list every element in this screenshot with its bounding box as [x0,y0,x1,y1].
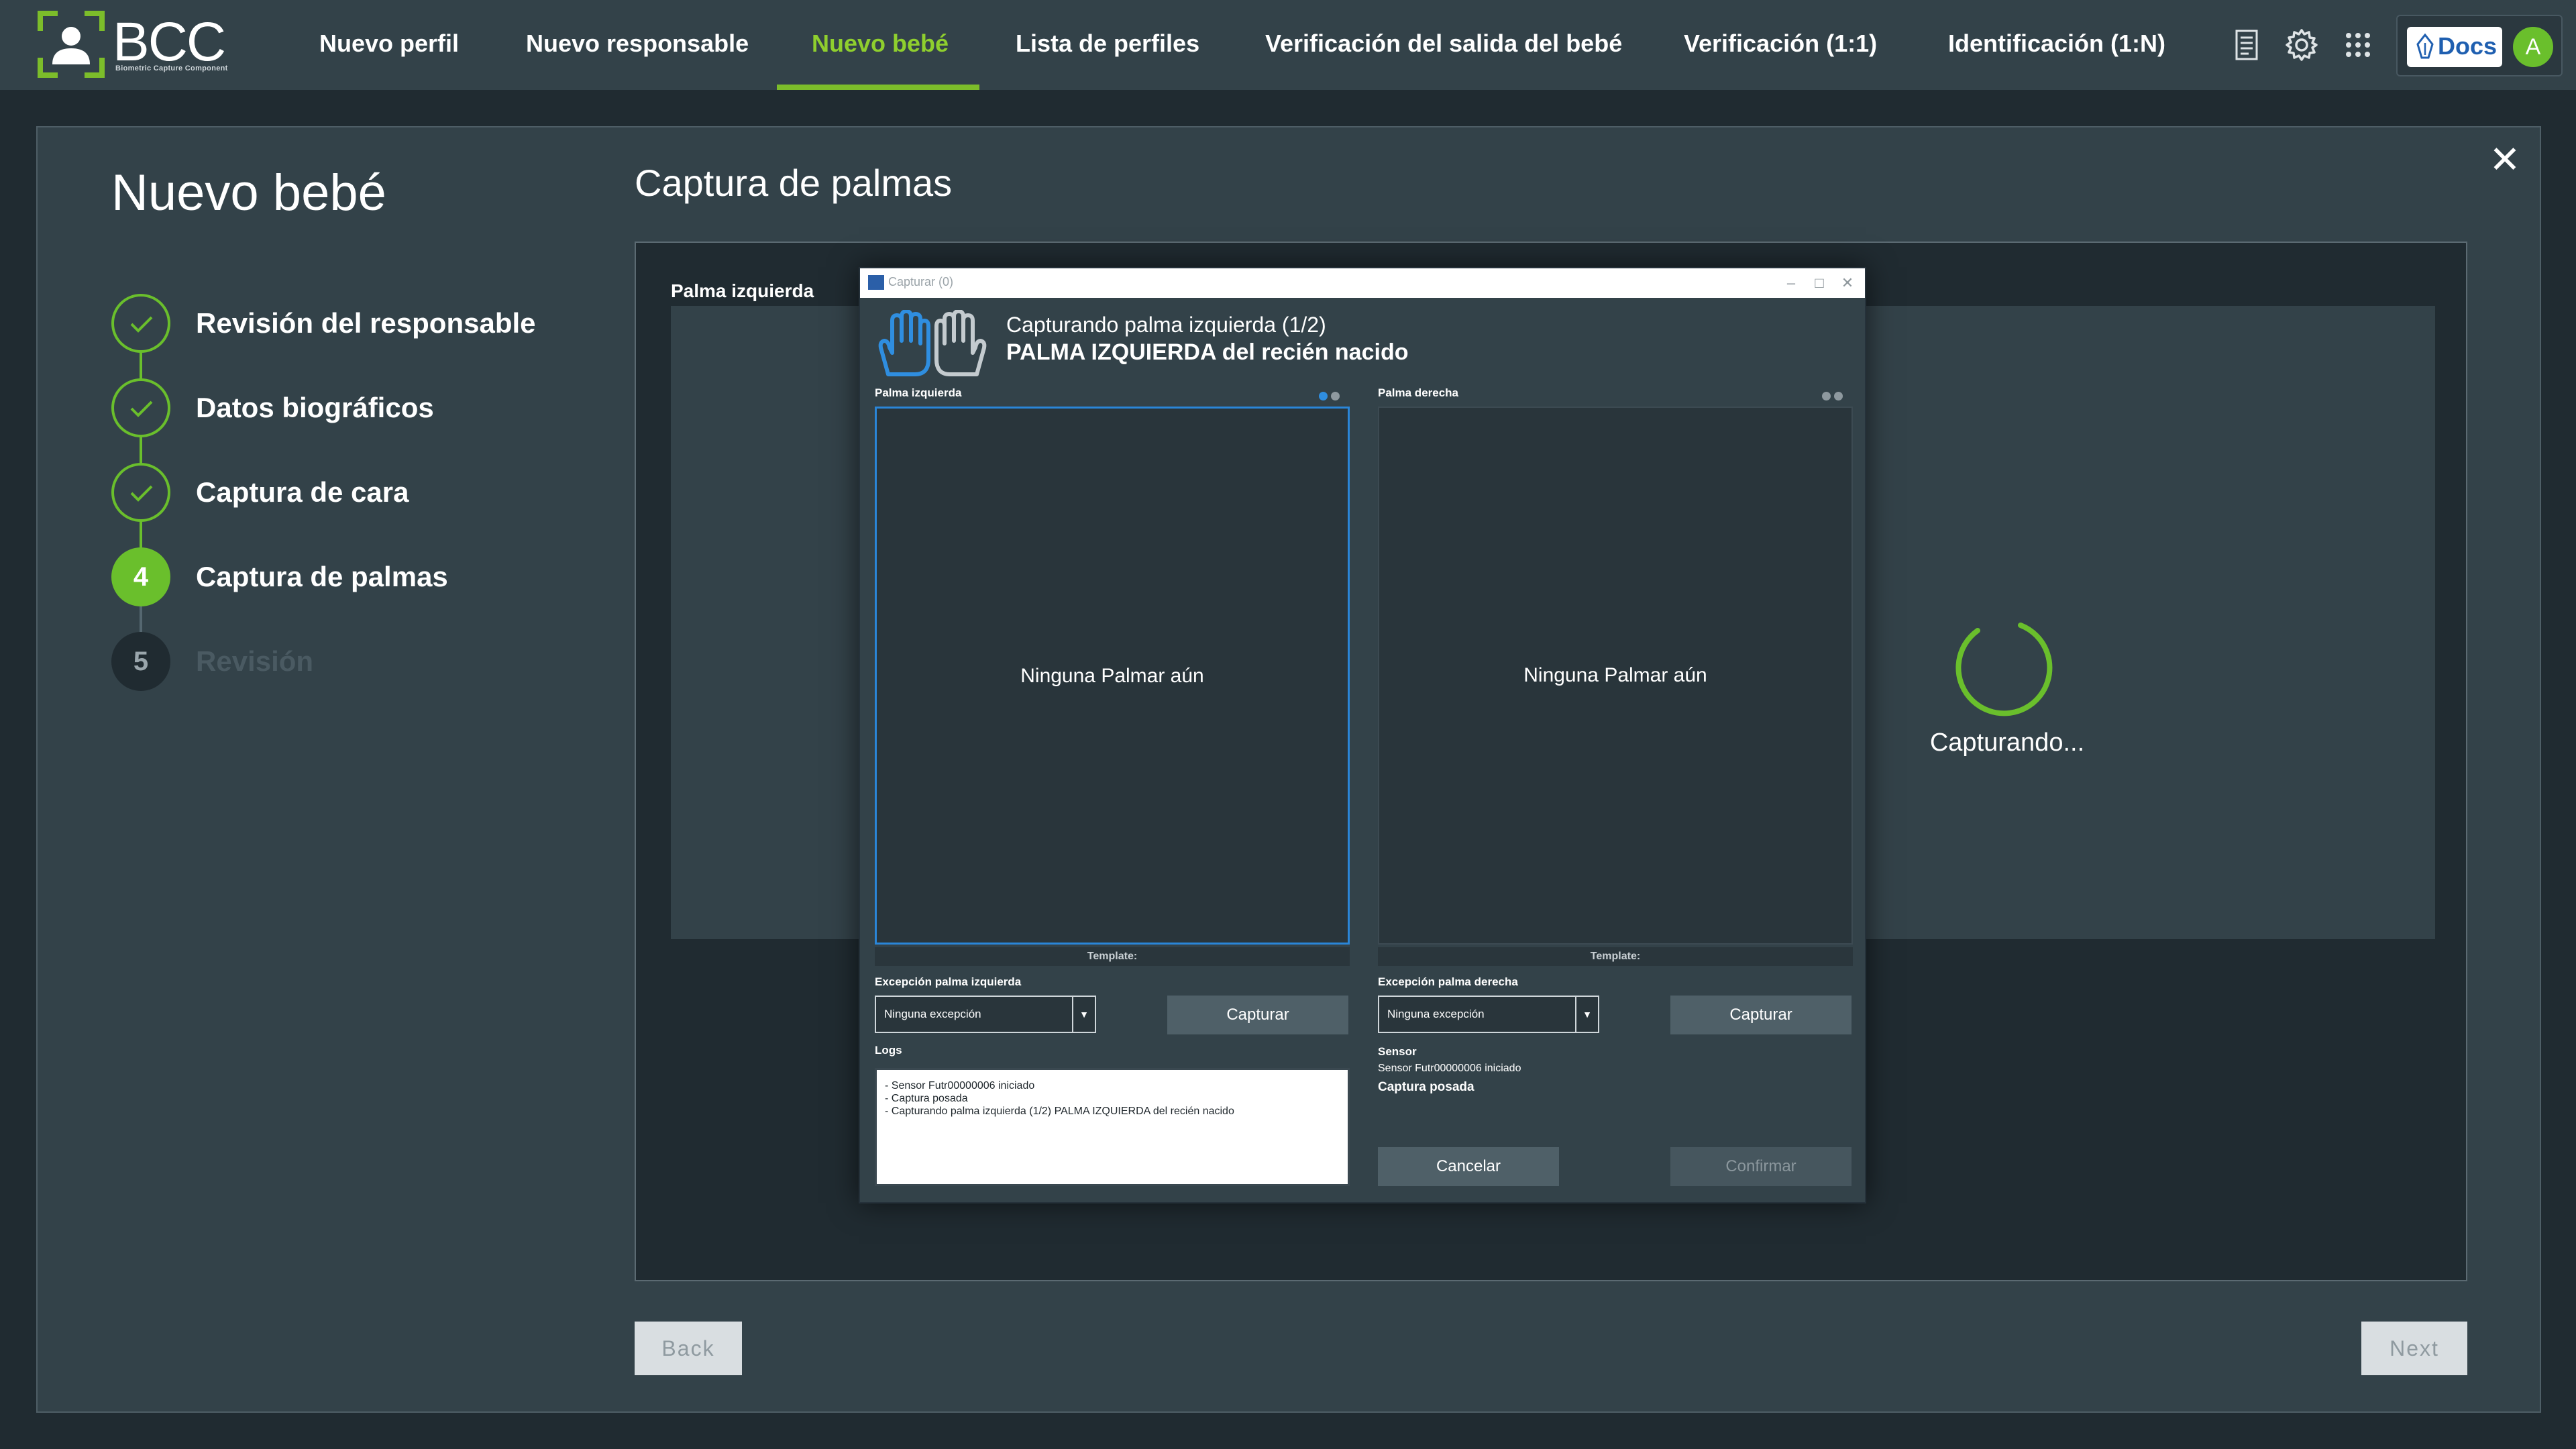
next-button[interactable]: Next [2361,1322,2467,1375]
left-capture-button[interactable]: Capturar [1167,996,1348,1034]
step-4-number: 4 [111,547,170,606]
logs-label: Logs [875,1044,902,1057]
right-exception-label: Excepción palma derecha [1378,975,1518,988]
confirm-button[interactable]: Confirmar [1670,1147,1851,1186]
step-3-label: Captura de cara [196,476,409,508]
step-5-number: 5 [111,632,170,691]
log-line: - Sensor Futr00000006 iniciado [885,1080,1035,1091]
right-palm-status-dots [1822,392,1849,401]
sensor-status-line: Sensor Futr00000006 iniciado [1378,1063,1521,1074]
top-navigation-bar: BCC Biometric Capture Component Nuevo pe… [0,0,2576,90]
dialog-window-title: Capturar (0) [888,275,954,288]
document-list-icon[interactable] [2229,27,2265,63]
capturing-status: Capturando... [1929,729,2085,757]
active-tab-indicator [777,85,979,90]
close-icon[interactable]: ✕ [2485,140,2525,180]
logo-subtitle: Biometric Capture Component [115,64,228,72]
log-line: - Capturando palma izquierda (1/2) PALMA… [885,1106,1234,1117]
nav-nuevo-responsable[interactable]: Nuevo responsable [526,0,749,90]
user-avatar[interactable]: A [2513,27,2553,67]
right-palm-preview[interactable]: Ninguna Palmar aún [1378,407,1853,945]
chevron-down-icon: ▼ [1575,997,1598,1032]
right-palm-empty-text: Ninguna Palmar aún [1523,664,1707,686]
palm-hands-icon [878,310,987,376]
apps-grid-icon[interactable] [2340,27,2376,63]
right-template-label: Template: [1378,947,1853,966]
log-line: - Captura posada [885,1093,968,1104]
step-1-check-icon [111,294,170,353]
docs-button[interactable]: Docs [2407,27,2502,67]
back-button[interactable]: Back [635,1322,742,1375]
nav-nuevo-perfil[interactable]: Nuevo perfil [319,0,459,90]
step-2-check-icon [111,378,170,437]
capture-dialog: Capturar (0) – □ ✕ Capturando palma izqu… [859,267,1866,1203]
dialog-titlebar[interactable]: Capturar (0) – □ ✕ [860,268,1865,298]
step-4-label: Captura de palmas [196,561,448,592]
settings-gear-icon[interactable] [2284,27,2320,63]
cancel-button[interactable]: Cancelar [1378,1147,1559,1186]
left-palm-empty-text: Ninguna Palmar aún [1020,665,1204,687]
step-1-label: Revisión del responsable [196,307,536,339]
close-window-icon[interactable]: ✕ [1834,272,1861,294]
left-palm-preview[interactable]: Ninguna Palmar aún [875,407,1350,945]
nav-verificacion-1-1[interactable]: Verificación (1:1) [1684,0,1877,90]
content-palm-label: Palma izquierda [671,280,814,301]
minimize-icon[interactable]: – [1778,272,1805,294]
section-title: Captura de palmas [635,162,953,204]
nav-lista-de-perfiles[interactable]: Lista de perfiles [1016,0,1199,90]
left-exception-label: Excepción palma izquierda [875,975,1022,988]
left-hand-icon [878,310,930,376]
step-5-label: Revisión [196,645,314,677]
right-exception-select[interactable]: Ninguna excepción ▼ [1378,996,1599,1033]
capture-instruction: PALMA IZQUIERDA del recién nacido [1006,339,1409,365]
right-exception-value: Ninguna excepción [1387,1008,1485,1020]
logs-textbox[interactable]: - Sensor Futr00000006 iniciado - Captura… [875,1068,1350,1186]
wizard-title: Nuevo bebé [111,164,386,221]
capture-progress-text: Capturando palma izquierda (1/2) [1006,313,1326,337]
nav-verificacion-salida-bebe[interactable]: Verificación del salida del bebé [1265,0,1622,90]
step-3-check-icon [111,463,170,522]
right-capture-button[interactable]: Capturar [1670,996,1851,1034]
right-palm-label: Palma derecha [1378,386,1459,399]
left-exception-value: Ninguna excepción [884,1008,981,1020]
app-window-icon [868,275,884,290]
bcc-logo[interactable]: BCC Biometric Capture Component [38,11,239,78]
nav-nuevo-bebe[interactable]: Nuevo bebé [812,0,949,90]
chevron-down-icon: ▼ [1072,997,1095,1032]
left-exception-select[interactable]: Ninguna excepción ▼ [875,996,1096,1033]
docs-label: Docs [2438,32,2498,60]
docs-account-group: Docs A [2396,15,2563,76]
right-hand-icon [934,310,987,376]
user-frame-icon [38,11,105,78]
step-2-label: Datos biográficos [196,392,434,423]
loading-spinner-icon [1955,623,2053,716]
nav-identificacion-1-n[interactable]: Identificación (1:N) [1948,0,2165,90]
maximize-icon[interactable]: □ [1806,272,1833,294]
left-palm-status-dots [1319,392,1346,401]
pen-nib-icon [2416,34,2434,59]
left-template-label: Template: [875,947,1350,966]
sensor-capture-status: Captura posada [1378,1080,1474,1094]
sensor-label: Sensor [1378,1045,1417,1058]
left-palm-label: Palma izquierda [875,386,962,399]
